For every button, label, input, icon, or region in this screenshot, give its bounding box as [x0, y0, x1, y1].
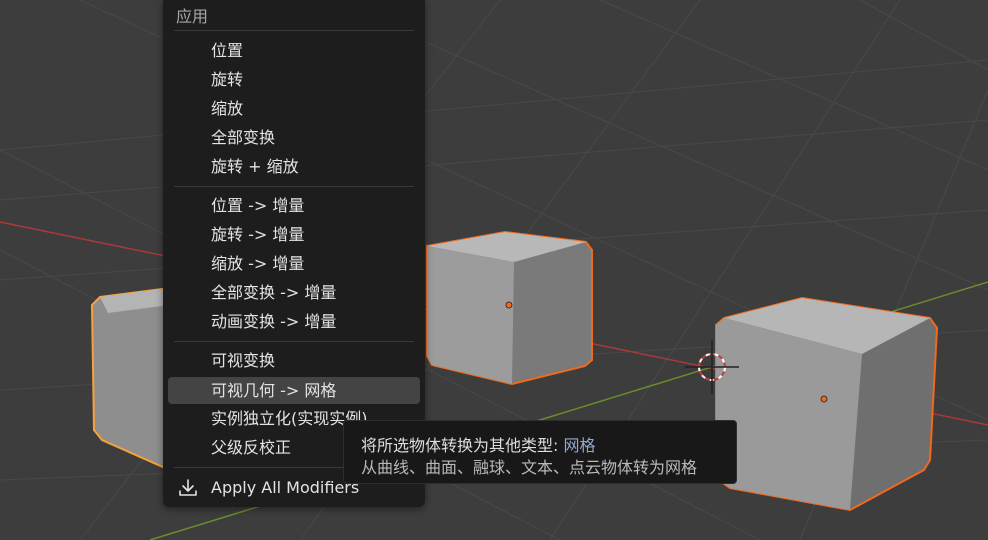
- menu-item-label: 缩放 -> 增量: [211, 254, 305, 273]
- menu-item-label: 全部变换: [211, 128, 276, 147]
- menu-item-label: 旋转 -> 增量: [211, 225, 305, 244]
- menu-item-all-transforms-to-deltas[interactable]: 全部变换 -> 增量: [168, 279, 420, 306]
- menu-item-label: 动画变换 -> 增量: [211, 312, 337, 331]
- menu-item-apply-all-transforms[interactable]: 全部变换: [168, 124, 420, 151]
- menu-item-apply-rotation-scale[interactable]: 旋转 + 缩放: [168, 153, 420, 180]
- menu-item-label: 可视几何 -> 网格: [211, 381, 337, 400]
- menu-item-label: 全部变换 -> 增量: [211, 283, 337, 302]
- menu-item-label: 位置: [211, 41, 244, 60]
- menu-item-label: 位置 -> 增量: [211, 196, 305, 215]
- menu-item-label: 缩放: [211, 99, 244, 118]
- menu-item-apply-rotation[interactable]: 旋转: [168, 66, 420, 93]
- menu-item-animated-transforms-to-deltas[interactable]: 动画变换 -> 增量: [168, 308, 420, 335]
- tooltip-description: 从曲线、曲面、融球、文本、点云物体转为网格: [361, 458, 698, 477]
- menu-separator: [174, 186, 414, 187]
- origin-dot: [820, 395, 828, 403]
- origin-dot: [505, 301, 513, 309]
- cube-right[interactable]: [715, 296, 939, 512]
- menu-title: 应用: [176, 7, 209, 26]
- menu-item-label: 父级反校正: [211, 438, 292, 457]
- menu-separator: [174, 341, 414, 342]
- menu-item-label: 旋转 + 缩放: [211, 157, 299, 176]
- tooltip-prefix: 将所选物体转换为其他类型:: [361, 436, 564, 455]
- menu-item-label: Apply All Modifiers: [211, 478, 360, 497]
- menu-item-apply-location[interactable]: 位置: [168, 37, 420, 64]
- menu-item-visual-transform[interactable]: 可视变换: [168, 347, 420, 374]
- cube-middle[interactable]: [426, 230, 593, 386]
- menu-item-visual-geometry-to-mesh[interactable]: 可视几何 -> 网格: [168, 377, 420, 404]
- tooltip-title: 将所选物体转换为其他类型: 网格: [361, 432, 596, 456]
- menu-separator: [174, 30, 414, 31]
- download-icon: [179, 479, 197, 496]
- menu-item-scale-to-deltas[interactable]: 缩放 -> 增量: [168, 250, 420, 277]
- cube-left[interactable]: [90, 286, 171, 472]
- menu-item-label: 旋转: [211, 70, 244, 89]
- tooltip-target-type: 网格: [563, 436, 596, 455]
- menu-item-rotation-to-deltas[interactable]: 旋转 -> 增量: [168, 221, 420, 248]
- menu-item-label: 可视变换: [211, 351, 276, 370]
- tooltip: 将所选物体转换为其他类型: 网格 从曲线、曲面、融球、文本、点云物体转为网格: [343, 420, 737, 484]
- menu-item-apply-scale[interactable]: 缩放: [168, 95, 420, 122]
- menu-item-location-to-deltas[interactable]: 位置 -> 增量: [168, 192, 420, 219]
